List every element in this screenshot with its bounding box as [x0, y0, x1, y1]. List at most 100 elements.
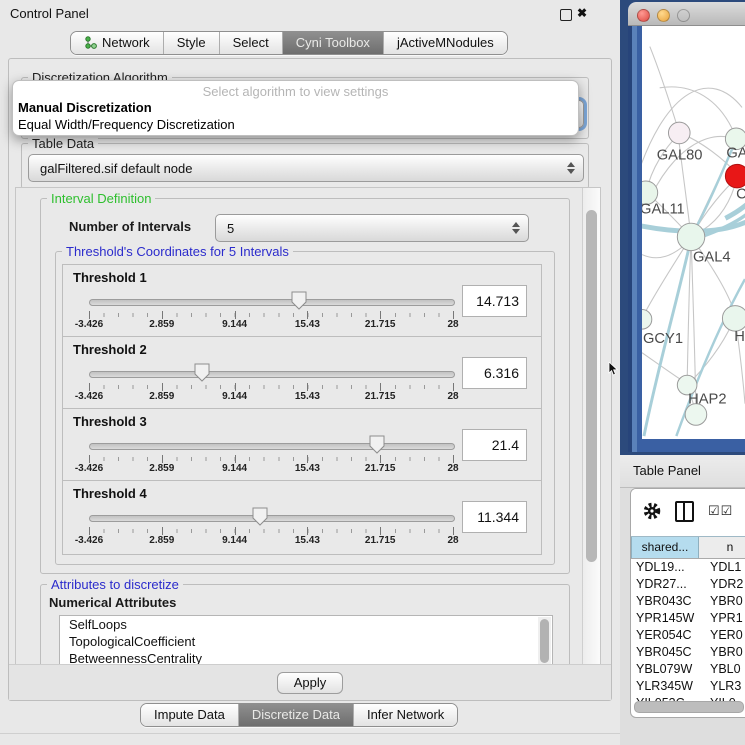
tab-infer-network[interactable]: Infer Network	[354, 704, 457, 726]
table-row[interactable]: YLR345WYLR3	[631, 678, 745, 695]
slider-track[interactable]	[89, 371, 455, 378]
close-icon[interactable]: ✖	[577, 4, 587, 22]
network-node[interactable]	[725, 164, 745, 188]
network-node[interactable]	[668, 122, 690, 144]
number-of-intervals-value: 5	[216, 221, 508, 236]
float-window-icon[interactable]	[560, 9, 572, 21]
table-toolbar: ☑☑	[631, 489, 745, 533]
cyni-bottom-tabbar: Impute Data Discretize Data Infer Networ…	[140, 703, 458, 727]
attributes-group-title: Attributes to discretize	[47, 577, 183, 592]
gear-icon[interactable]	[643, 502, 661, 520]
tab-label: Cyni Toolbox	[296, 35, 370, 50]
control-panel-title: Control Panel	[10, 6, 89, 21]
scrollbar-thumb[interactable]	[634, 701, 744, 713]
tab-style[interactable]: Style	[164, 32, 220, 54]
divider	[0, 733, 620, 734]
tab-select[interactable]: Select	[220, 32, 283, 54]
table-row[interactable]: YPR145WYPR1	[631, 610, 745, 627]
slider-track[interactable]	[89, 515, 455, 522]
column-header-name[interactable]: n	[699, 537, 745, 558]
list-scrollbar[interactable]	[538, 617, 551, 667]
tab-jactivemnodules[interactable]: jActiveMNodules	[384, 32, 507, 54]
table-row[interactable]: YDL19...YDL1	[631, 559, 745, 576]
column-header-shared-name[interactable]: shared...	[631, 537, 699, 558]
threshold-value-field[interactable]: 11.344	[462, 501, 527, 533]
slider-thumb[interactable]	[252, 507, 268, 526]
slider-ticks	[89, 311, 453, 319]
cyni-toolbox-panel: Discretization Algorithm Table Data galF…	[8, 58, 612, 701]
tab-label: Impute Data	[154, 707, 225, 722]
slider-thumb[interactable]	[291, 291, 307, 310]
list-item[interactable]: SelfLoops	[60, 616, 552, 633]
close-traffic-light-icon[interactable]	[637, 9, 650, 22]
tab-discretize-data[interactable]: Discretize Data	[239, 704, 354, 726]
slider-track[interactable]	[89, 443, 455, 450]
list-item[interactable]: TopologicalCoefficient	[60, 633, 552, 650]
network-window-titlebar[interactable]	[628, 2, 745, 26]
threshold-panel: Threshold 3 -3.4262.8599.14	[62, 408, 542, 483]
threshold-panel: Threshold 1 -3.4262.8599.14	[62, 264, 542, 339]
table-panel-title: Table Panel	[633, 463, 701, 478]
network-node-label: C	[736, 187, 745, 203]
threshold-value-field[interactable]: 14.713	[462, 285, 527, 317]
screen: Control Panel ✖ Network Style Select Cyn…	[0, 0, 745, 745]
tab-label: Network	[102, 35, 150, 50]
right-region: GAL80GACGAL11GAL4GCY1HHAP2 Table Panel ☑…	[620, 0, 745, 745]
tab-label: Style	[177, 35, 206, 50]
network-node-label: GCY1	[643, 331, 683, 347]
slider-ticks	[89, 527, 453, 535]
threshold-value-field[interactable]: 6.316	[462, 357, 527, 389]
columns-icon[interactable]	[675, 501, 694, 522]
threshold-slider[interactable]: -3.4262.8599.14415.4321.71528	[89, 363, 453, 403]
table-row[interactable]: YBR043CYBR0	[631, 593, 745, 610]
tab-impute-data[interactable]: Impute Data	[141, 704, 239, 726]
table-row[interactable]: YBL079WYBL0	[631, 661, 745, 678]
slider-thumb[interactable]	[369, 435, 385, 454]
node-table: shared... n YDL19...YDL1 YDR27...YDR2 YB…	[631, 536, 745, 704]
apply-button[interactable]: Apply	[277, 672, 344, 694]
tab-label: Discretize Data	[252, 707, 340, 722]
table-row[interactable]: YDR27...YDR2	[631, 576, 745, 593]
slider-ticks	[89, 383, 453, 391]
slider-thumb[interactable]	[194, 363, 210, 382]
dropdown-option-manual-discretization[interactable]: Manual Discretization	[13, 99, 578, 116]
zoom-traffic-light-icon[interactable]	[677, 9, 690, 22]
tab-cyni-toolbox[interactable]: Cyni Toolbox	[283, 32, 384, 54]
interval-definition-group-title: Interval Definition	[47, 191, 155, 206]
select-columns-checkboxes-icon[interactable]: ☑☑	[708, 503, 733, 519]
network-view-window[interactable]: GAL80GACGAL11GAL4GCY1HHAP2	[628, 2, 745, 452]
threshold-panel: Threshold 4 -3.4262.8599.14	[62, 480, 542, 555]
threshold-value-field[interactable]: 21.4	[462, 429, 527, 461]
threshold-slider[interactable]: -3.4262.8599.14415.4321.71528	[89, 291, 453, 331]
table-data-combobox-value: galFiltered.sif default node	[29, 161, 563, 176]
table-horizontal-scrollbar[interactable]	[634, 701, 742, 711]
algorithm-dropdown-hint: Select algorithm to view settings	[13, 81, 578, 99]
numerical-attributes-list[interactable]: SelfLoops TopologicalCoefficient Between…	[59, 615, 553, 667]
minimize-traffic-light-icon[interactable]	[657, 9, 670, 22]
network-node[interactable]	[677, 223, 704, 250]
network-node-label: H	[734, 329, 745, 345]
slider-ticks	[89, 455, 453, 463]
scrollbar-thumb[interactable]	[586, 210, 597, 562]
threshold-label: Threshold 2	[73, 342, 147, 357]
threshold-slider[interactable]: -3.4262.8599.14415.4321.71528	[89, 507, 453, 547]
apply-strip: Apply	[9, 664, 611, 700]
number-of-intervals-combobox[interactable]: 5	[215, 214, 529, 242]
numerical-attributes-label: Numerical Attributes	[49, 595, 176, 610]
control-panel-tabbar: Network Style Select Cyni Toolbox jActiv…	[70, 31, 508, 55]
table-data-group-title: Table Data	[28, 136, 98, 151]
table-data-combobox[interactable]: galFiltered.sif default node	[28, 154, 584, 182]
slider-tick-labels: -3.4262.8599.14415.4321.71528	[89, 319, 453, 330]
slider-track[interactable]	[89, 299, 455, 306]
table-row[interactable]: YER054CYER0	[631, 627, 745, 644]
settings-scrollbar[interactable]	[582, 188, 600, 666]
tab-network[interactable]: Network	[71, 32, 164, 54]
dropdown-option-equal-width-frequency[interactable]: Equal Width/Frequency Discretization	[13, 116, 578, 133]
network-node[interactable]	[642, 310, 652, 330]
table-row[interactable]: YBR045CYBR0	[631, 644, 745, 661]
network-node[interactable]	[722, 306, 745, 332]
network-canvas[interactable]: GAL80GACGAL11GAL4GCY1HHAP2	[642, 26, 745, 439]
table-data-group: Table Data galFiltered.sif default node	[21, 143, 589, 189]
threshold-slider[interactable]: -3.4262.8599.14415.4321.71528	[89, 435, 453, 475]
control-panel: Control Panel ✖ Network Style Select Cyn…	[0, 0, 620, 745]
